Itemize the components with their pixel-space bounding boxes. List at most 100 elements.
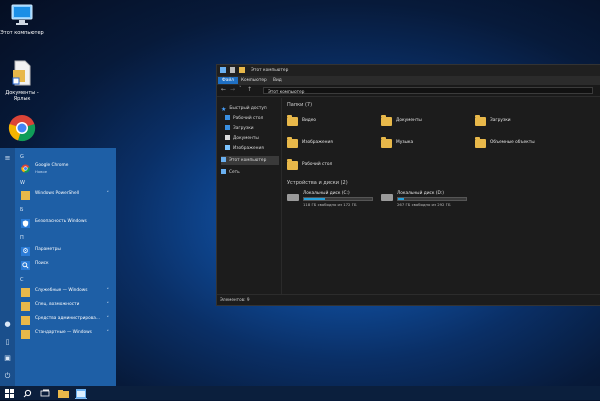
tab-file[interactable]: Файл [218,77,238,84]
user-icon[interactable]: ● [3,320,12,329]
folder-label: Загрузки [490,118,511,123]
taskbar [0,386,600,400]
start-item-label: Windows PowerShell [35,191,80,196]
folder-pictures[interactable]: Изображения [287,137,377,153]
nav-documents[interactable]: Документы [225,134,283,143]
section-letter: G [20,154,24,160]
explorer-window-icon[interactable] [75,388,87,399]
nav-label: Изображения [233,146,264,151]
start-item-ease-of-access[interactable]: Спец. возможности ˅ [19,300,113,313]
file-explorer-icon[interactable] [57,388,69,398]
folders-header[interactable]: Папки (7) [287,102,312,108]
nav-label: Загрузки [233,126,254,131]
desktop-icon-chrome[interactable] [0,114,44,146]
start-item-label: Средства администрирова... [35,316,100,321]
folder-label: Рабочий стол [302,162,333,167]
tab-computer[interactable]: Компьютер [237,77,271,84]
address-row: ← → ˅ ↑ Этот компьютер [217,85,600,97]
folder-desktop[interactable]: Рабочий стол [287,159,377,175]
chevron-down-icon: ˅ [106,302,110,308]
start-item-settings[interactable]: ⚙ Параметры [19,245,113,258]
star-icon: ★ [221,106,227,113]
quick-access-toolbar-icon[interactable] [230,67,235,73]
start-item-accessories[interactable]: Служебные — Windows ˅ [19,286,113,299]
folder-label: Объемные объекты [490,140,535,145]
folder-video[interactable]: Видео [287,115,377,131]
drive-usage-fill [304,198,326,200]
status-bar: Элементов: 9 [217,294,600,305]
folder-icon [381,137,392,148]
folder-icon [21,316,30,325]
back-arrow-icon[interactable]: ← [221,86,226,93]
drive-usage-bar [303,197,373,201]
start-item-powershell[interactable]: Windows PowerShell ˅ [19,189,113,202]
address-bar[interactable]: Этот компьютер [263,87,593,94]
start-item-search[interactable]: Поиск [19,259,113,272]
tab-view[interactable]: Вид [269,77,286,84]
nav-network[interactable]: Сеть [221,168,279,177]
desktop-icon-documents[interactable]: Документы - Ярлык [0,60,44,102]
new-folder-icon[interactable] [239,67,245,73]
start-item-label: Параметры [35,247,61,252]
drive-d[interactable]: Локальный диск (D:) 267 ГБ свободно из 2… [381,191,476,209]
start-item-windows-security[interactable]: Безопасность Windows [19,217,113,230]
start-item-standard[interactable]: Стандартные — Windows ˅ [19,328,113,341]
recent-chevron-icon[interactable]: ˅ [239,86,242,92]
folder-icon [287,137,298,148]
start-item-label: Google Chrome [35,163,69,168]
start-item-google-chrome[interactable]: Google Chrome Новое [19,162,113,175]
nav-label: Этот компьютер [229,158,267,163]
folder-label: Музыка [396,140,414,145]
drive-free-space: 118 ГБ свободно из 172 ГБ [303,202,357,207]
navigation-pane: ★ Быстрый доступ Рабочий стол Загрузки До… [217,98,282,294]
start-menu: ≡ ● ▯ ▣ ⏻ G Google Chrome Новое W Window… [0,148,116,386]
explorer-app-icon [220,67,226,73]
windows-logo-icon[interactable] [3,388,15,398]
nav-desktop[interactable]: Рабочий стол [225,114,283,123]
nav-downloads[interactable]: Загрузки [225,124,283,133]
nav-pictures[interactable]: Изображения [225,144,283,153]
computer-icon [221,157,226,162]
nav-this-pc[interactable]: Этот компьютер [221,156,279,165]
desktop-icon-label: Документы - Ярлык [5,90,39,102]
up-arrow-icon[interactable]: ↑ [247,86,252,93]
document-icon[interactable]: ▯ [3,338,12,347]
documents-shortcut-icon [0,60,44,88]
task-view-icon[interactable] [39,388,51,398]
drives-header[interactable]: Устройства и диски (2) [287,180,348,186]
chevron-down-icon: ˅ [106,316,110,322]
search-icon[interactable] [21,388,33,398]
section-letter: Б [20,207,24,213]
power-icon[interactable]: ⏻ [3,372,12,381]
pictures-icon[interactable]: ▣ [3,354,12,363]
hamburger-icon[interactable]: ≡ [3,154,12,163]
chrome-icon [0,114,44,144]
computer-icon [0,4,44,28]
title-bar[interactable]: Этот компьютер [217,65,600,76]
gear-icon: ⚙ [21,247,30,256]
desktop-icon-this-pc[interactable]: Этот компьютер [0,4,44,36]
nav-label: Документы [233,136,259,141]
nav-quick-access[interactable]: ★ Быстрый доступ [221,104,279,113]
start-item-label: Поиск [35,261,49,266]
drive-name: Локальный диск (D:) [397,191,444,196]
folder-downloads[interactable]: Загрузки [475,115,565,131]
folder-music[interactable]: Музыка [381,137,471,153]
drive-c[interactable]: Локальный диск (C:) 118 ГБ свободно из 1… [287,191,382,209]
search-icon [21,261,30,270]
folder-icon [287,115,298,126]
folder-documents[interactable]: Документы [381,115,471,131]
forward-arrow-icon[interactable]: → [230,86,235,93]
nav-label: Быстрый доступ [229,106,267,111]
drive-icon [381,194,393,201]
chrome-icon [21,164,30,173]
start-item-admin-tools[interactable]: Средства администрирова... ˅ [19,314,113,327]
folder-label: Видео [302,118,316,123]
drive-usage-fill [398,198,405,200]
folder-3d-objects[interactable]: Объемные объекты [475,137,565,153]
start-item-label: Безопасность Windows [35,219,87,224]
pictures-icon [225,145,230,150]
chevron-down-icon: ˅ [106,288,110,294]
folder-label: Документы [396,118,422,123]
chevron-down-icon: ˅ [106,191,110,197]
